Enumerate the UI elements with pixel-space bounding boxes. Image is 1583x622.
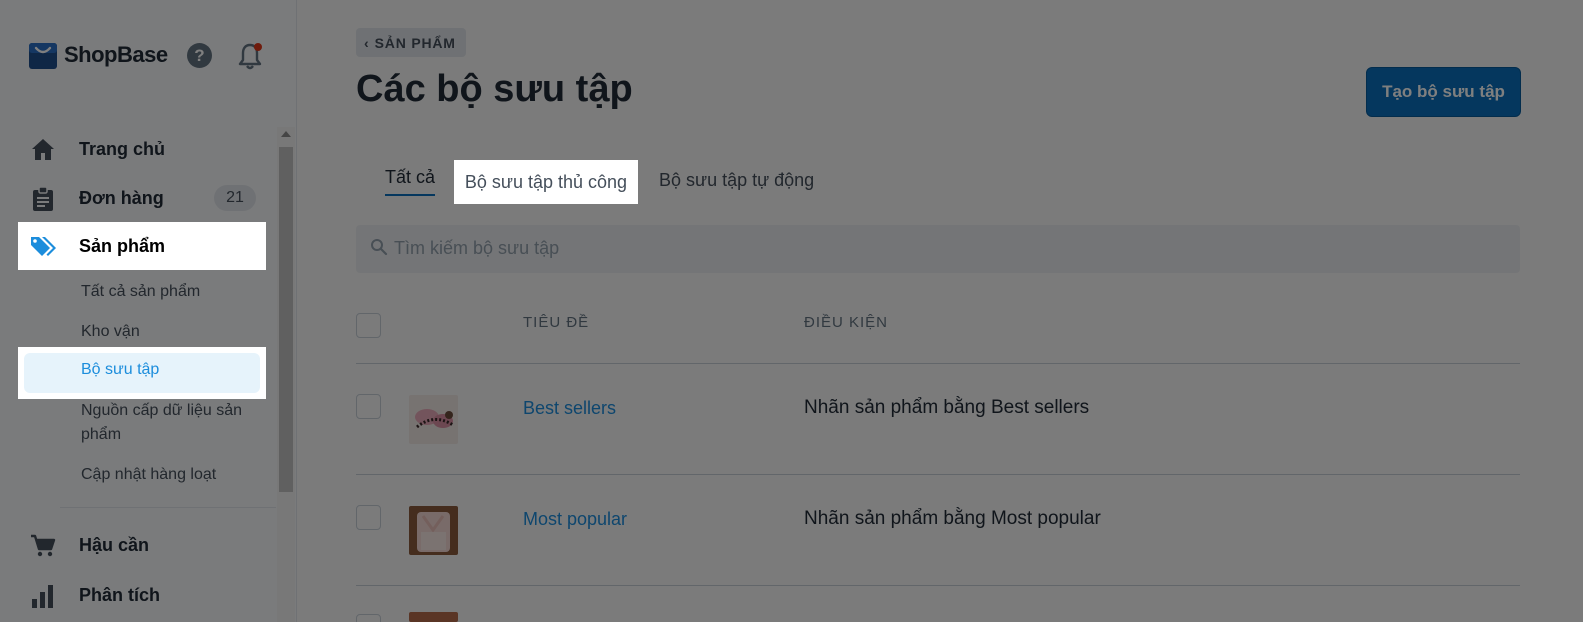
subitem-collections-highlight: Bộ sưu tập xyxy=(18,347,266,399)
brand-name: ShopBase xyxy=(64,42,168,67)
subitem-inventory[interactable]: Kho vận xyxy=(81,320,256,344)
chevron-left-icon: ‹ xyxy=(364,34,369,51)
orders-count-badge: 21 xyxy=(214,185,256,211)
tab-all[interactable]: Tất cả xyxy=(385,160,436,204)
divider xyxy=(60,507,276,508)
sidebar-item-fulfillment[interactable]: Hậu cần xyxy=(18,521,266,569)
row-checkbox[interactable] xyxy=(356,394,381,419)
brand[interactable]: ShopBase xyxy=(29,40,168,70)
help-icon[interactable]: ? xyxy=(187,43,212,68)
collection-link-most-popular[interactable]: Most popular xyxy=(523,509,627,530)
scrollbar-thumb[interactable] xyxy=(279,147,293,492)
tag-icon xyxy=(31,237,56,256)
collection-condition: Nhãn sản phẩm bằng Best sellers xyxy=(804,397,1090,418)
search-input[interactable]: Tìm kiếm bộ sưu tập xyxy=(356,225,1520,273)
subitem-product-feeds[interactable]: Nguồn cấp dữ liệu sản phẩm xyxy=(81,399,256,447)
collection-condition: Nhãn sản phẩm bằng Most popular xyxy=(804,508,1101,529)
search-placeholder: Tìm kiếm bộ sưu tập xyxy=(394,238,560,258)
subitem-all-products[interactable]: Tất cả sản phẩm xyxy=(81,280,256,304)
home-icon xyxy=(32,139,54,160)
sidebar-item-label: Trang chủ xyxy=(79,138,166,159)
subitem-bulk-update[interactable]: Cập nhật hàng loạt xyxy=(81,463,256,487)
row-checkbox[interactable] xyxy=(356,614,381,622)
breadcrumb-label: SẢN PHẨM xyxy=(374,34,456,51)
divider xyxy=(356,363,1520,364)
breadcrumb-back-button[interactable]: ‹ SẢN PHẨM xyxy=(356,28,466,57)
sidebar: ShopBase ? Trang chủ Đơn hàng 21 Tất cả … xyxy=(0,0,297,622)
tab-auto-label: Bộ sưu tập tự động xyxy=(659,170,815,190)
tab-manual-collections[interactable]: Bộ sưu tập thủ công xyxy=(454,160,638,204)
tab-manual-label: Bộ sưu tập thủ công xyxy=(464,172,628,192)
sidebar-item-label: Đơn hàng xyxy=(79,187,164,208)
collection-thumbnail[interactable] xyxy=(409,395,458,444)
divider xyxy=(356,585,1520,586)
row-checkbox[interactable] xyxy=(356,505,381,530)
select-all-checkbox[interactable] xyxy=(356,313,381,338)
divider xyxy=(356,474,1520,475)
sidebar-item-orders[interactable]: Đơn hàng 21 xyxy=(18,174,266,222)
bar-chart-icon xyxy=(32,585,53,608)
sidebar-item-analytics[interactable]: Phân tích xyxy=(18,571,266,619)
clipboard-icon xyxy=(33,186,53,211)
sidebar-item-home[interactable]: Trang chủ xyxy=(18,125,266,173)
sidebar-item-label: Phân tích xyxy=(79,584,161,605)
column-header-title: TIÊU ĐỀ xyxy=(523,314,590,331)
column-header-condition: ĐIỀU KIỆN xyxy=(804,314,889,331)
collection-thumbnail[interactable] xyxy=(409,506,458,555)
notification-dot xyxy=(254,43,262,51)
tab-all-label: Tất cả xyxy=(385,160,436,196)
sidebar-item-products[interactable]: Sản phẩm xyxy=(18,222,266,270)
collection-link-best-sellers[interactable]: Best sellers xyxy=(523,398,616,419)
tab-automated-collections[interactable]: Bộ sưu tập tự động xyxy=(659,160,814,204)
create-collection-button[interactable]: Tạo bộ sưu tập xyxy=(1366,67,1521,117)
main-content: ‹ SẢN PHẨM Các bộ sưu tập Tạo bộ sưu tập… xyxy=(297,0,1583,622)
sidebar-item-label: Hậu cần xyxy=(79,534,150,555)
sidebar-scrollbar[interactable] xyxy=(277,127,295,622)
page-title: Các bộ sưu tập xyxy=(356,68,633,110)
collection-thumbnail[interactable] xyxy=(409,612,458,622)
subitem-collections[interactable]: Bộ sưu tập xyxy=(24,353,260,393)
subitem-collections-label: Bộ sưu tập xyxy=(81,361,160,378)
search-icon xyxy=(371,239,388,256)
sidebar-item-label: Sản phẩm xyxy=(79,235,166,256)
cart-icon xyxy=(31,534,56,557)
scroll-up-arrow-icon[interactable] xyxy=(281,131,291,137)
shopbase-logo-icon xyxy=(29,43,57,69)
